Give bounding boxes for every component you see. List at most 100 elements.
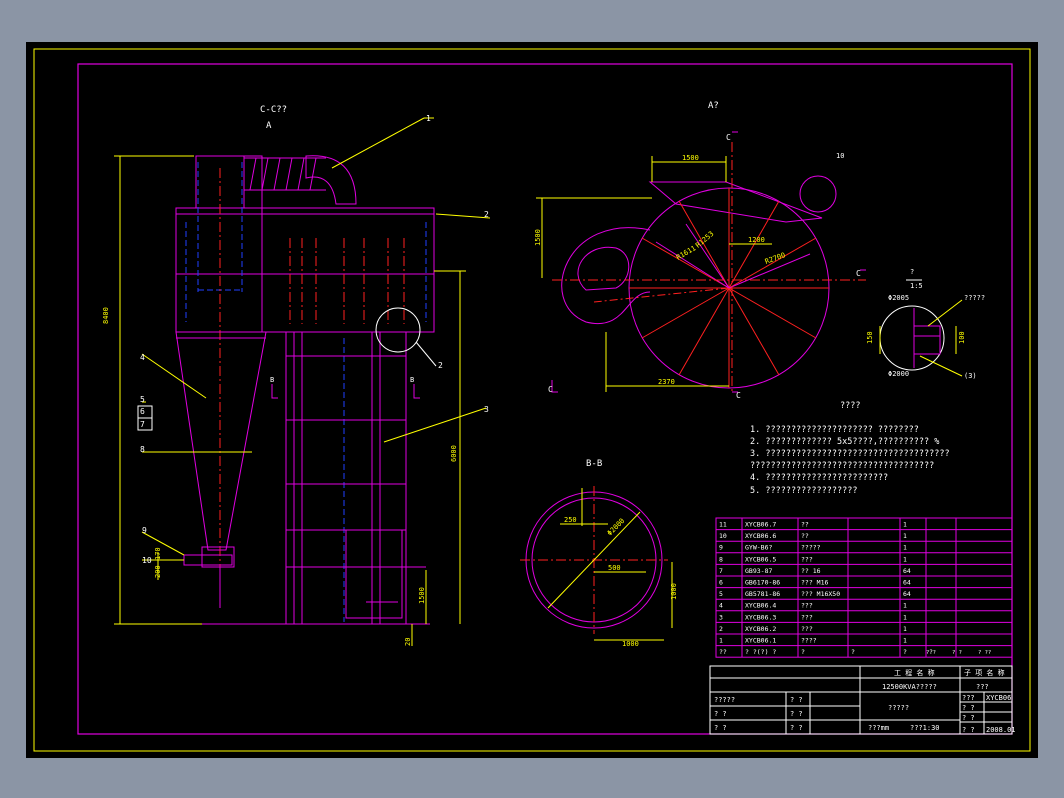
callout-5: 5 [140,395,145,404]
tb-left-2-b: ? ? [790,724,803,732]
bom-cell: 64 [903,590,911,598]
note-line-1: 1. ????????????????????? ???????? [750,425,919,435]
discharge-valve [183,554,233,566]
tb-project-label: 工 程 名 称 [894,668,935,677]
callout-10-top: 10 [836,152,844,160]
detail-scale: 1:5 [910,282,923,290]
cyclone-cone [175,331,267,551]
callout-9: 9 [142,526,147,535]
center-lines [219,168,405,608]
top-radials [593,188,829,388]
top-scroll [561,227,651,325]
tb-left-2-a: ? ? [714,724,727,732]
dim-r2700: R2700 [764,251,787,266]
detail-circle [375,307,421,353]
bom-header: ? [801,648,805,656]
bom-cell: XYCB06.5 [745,555,776,563]
section-mark-b-left: B [270,376,274,384]
bom-cell: ?? [801,521,809,529]
bb-2000: Φ2000 [606,517,627,538]
bom-cell: 10 [719,532,727,540]
bom-cell: ??? [801,625,813,633]
bb-1000v: 1000 [670,583,678,600]
bom-cell: ???? [801,637,817,645]
bom-cell: GB93-87 [745,567,772,575]
note-line-5: 4. ???????????????????????? [750,473,888,483]
bom-cell: 4 [719,602,723,610]
tb-left-1-b: ? ? [790,710,803,718]
detail-phi2000: Φ2000 [888,370,909,378]
drawing-canvas: C-C?? A 8400 6000 1500 20 200 170 B B 1 … [26,42,1038,758]
section-mark-c-left: C [548,385,553,394]
cad-drawing: C-C?? A 8400 6000 1500 20 200 170 B B 1 … [33,48,1031,752]
bom-cell: XYCB06.3 [745,613,776,621]
bom-cell: 1 [903,637,907,645]
dim-labels: 8400 6000 1500 20 200 170 [102,307,458,646]
bom-cell: 64 [903,579,911,587]
top-section-marks [551,131,866,393]
bom-cell: GYW-B6? [745,544,772,552]
callout-2b: 2 [438,361,443,370]
bom-cell: XYCB06.7 [745,521,776,529]
bom-cell: 1 [903,602,907,610]
note-line-2: 2. ????????????? 5x5????,?????????? % [750,437,939,447]
view-a-label: A [266,121,272,131]
bom-cell: 6 [719,579,723,587]
bom-header-extra: ? ? [952,650,962,656]
top-valve [799,175,837,213]
detail-phi2005: Φ2005 [888,294,909,302]
dim-6000: 6000 [450,445,458,462]
tb-date: 2008.01 [986,726,1016,734]
bom-cell: XYCB06.2 [745,625,776,633]
section-bb-label: B-B [586,459,602,469]
bom-cell: 5 [719,590,723,598]
bom-cell: XYCB06.6 [745,532,776,540]
callout-3: 3 [484,405,489,414]
dim-1200: 1200 [748,236,765,244]
dim-1500: 1500 [682,154,699,162]
bom-cell: ??? M16X50 [801,590,840,598]
callout-8: 8 [140,445,145,454]
bb-500: 500 [608,564,621,572]
section-cc-label: C-C?? [260,105,287,115]
detail-100: 100 [958,331,966,344]
tb-scale: ???1:30 [910,724,940,732]
bom-table: 11 XYCB06.7?? 110 XYCB06.6?? 19 GYW-B6?????? 1… [715,517,1013,658]
dim-1500-small: 1500 [418,587,426,604]
bb-1000: 1000 [622,640,639,648]
callout-2: 2 [484,210,489,219]
tb-drawing-title: ????? [888,704,909,712]
bom-cell: 1 [903,555,907,563]
bom-cell: 9 [719,544,723,552]
bom-cell: 1 [903,521,907,529]
callout-4: 4 [140,353,145,362]
bom-cell: 3 [719,613,723,621]
bom-cell: ??? [801,613,813,621]
detail-150: 150 [866,331,874,344]
bom-cell: 7 [719,567,723,575]
bom-cell: 1 [903,613,907,621]
tb-units: ???mm [868,724,889,732]
elevation-view: C-C?? A 8400 6000 1500 20 200 170 B B 1 … [102,105,491,646]
dim-20: 20 [404,638,412,646]
dim-200: 200 [154,565,162,578]
tb-drawing-no-label: ??? [962,694,975,702]
section-mark-c-bottom: C [736,391,741,400]
dim-r1611: R1611 [675,244,697,261]
bom-cell: GB5781-86 [745,590,780,598]
detail-note: ????? [964,294,985,302]
leaders [141,117,491,561]
bom-header: ? ?(?) ? [745,648,776,656]
callout-6: 6 [140,407,145,416]
note-line-3: 3. ???????????????????????????????????? [750,449,950,459]
hidden-lines [185,162,427,622]
bom-cell: 1 [903,625,907,633]
inlet-elbow [305,155,357,205]
dim-total-height: 8400 [102,307,110,324]
bom-cell: 2 [719,625,723,633]
top-view: A? 1500 1500 2370 1200 R1611 R1253 R2700… [534,101,866,400]
callout-7: 7 [140,420,145,429]
note-line-4: ???????????????????????????????????? [750,461,934,471]
bom-cell: 1 [903,544,907,552]
bom-cell: 1 [719,637,723,645]
